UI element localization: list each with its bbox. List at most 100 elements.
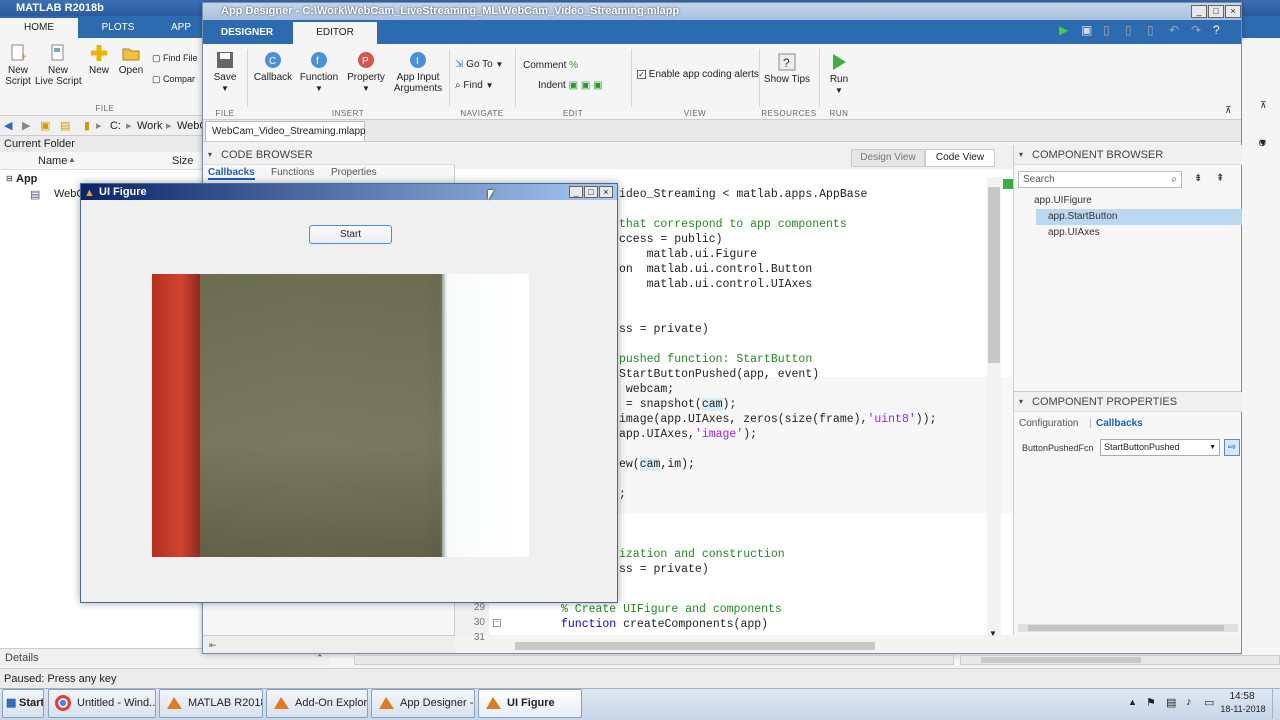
indent-decrease-icon[interactable]: ▣	[593, 80, 602, 91]
editor-hscroll[interactable]	[455, 641, 985, 651]
callback-button[interactable]: C Callback	[253, 51, 293, 83]
property-value-dropdown[interactable]: StartButtonPushed ▼	[1100, 439, 1220, 456]
component-properties-header[interactable]: ▾ COMPONENT PROPERTIES	[1014, 392, 1242, 412]
tab-designer[interactable]: DESIGNER	[203, 22, 291, 44]
code-view-button[interactable]: Code View	[925, 149, 995, 167]
up-folder-icon[interactable]: ▣	[40, 116, 50, 136]
taskbar-item-ui-figure[interactable]: UI Figure	[478, 689, 582, 718]
action-center-icon[interactable]: ⚑	[1146, 696, 1156, 709]
scroll-left-icon[interactable]: ⇤	[209, 640, 217, 650]
tab-plots[interactable]: PLOTS	[80, 18, 156, 38]
minimize-button[interactable]: _	[1191, 5, 1207, 18]
maximize-button[interactable]: □	[1208, 5, 1224, 18]
taskbar-item-app-designer[interactable]: App Designer - ...	[371, 689, 475, 718]
comment-button[interactable]: Comment %	[523, 60, 578, 71]
tab-editor[interactable]: EDITOR	[293, 22, 377, 44]
collapse-all-icon[interactable]: ⇞	[1216, 173, 1224, 184]
open-button[interactable]: Open	[116, 44, 146, 76]
new-live-script-button[interactable]: New Live Script	[35, 44, 82, 87]
tab-functions[interactable]: Functions	[271, 167, 314, 178]
undo-icon[interactable]: ↶	[1169, 23, 1179, 37]
component-search-input[interactable]: Search ⌕	[1018, 171, 1182, 188]
start-menu-button[interactable]: ▦ Start	[2, 689, 44, 718]
enable-alerts-checkbox[interactable]: ✓ Enable app coding alerts	[637, 69, 759, 80]
property-button[interactable]: P Property ▼	[345, 51, 387, 94]
ui-figure-title-bar[interactable]: ▲ UI Figure	[81, 184, 617, 200]
design-view-button[interactable]: Design View	[851, 149, 925, 167]
code-analyzer-status-icon[interactable]	[1003, 179, 1013, 189]
help-icon[interactable]: ?	[1213, 23, 1220, 37]
save-small-icon[interactable]: ▣	[1081, 23, 1092, 37]
fold-toggle-icon[interactable]: −	[493, 619, 501, 627]
new-button[interactable]: New	[85, 44, 113, 76]
column-name[interactable]: Name	[38, 155, 67, 167]
app-input-arguments-button[interactable]: I App Input Arguments	[393, 51, 443, 94]
properties-hscroll[interactable]	[1018, 624, 1238, 632]
network-icon[interactable]: ▤	[1166, 696, 1176, 709]
scroll-down-icon[interactable]: ▼	[989, 629, 997, 638]
path-segment-drive[interactable]: C:	[110, 116, 121, 136]
search-icon[interactable]: ⌕	[1171, 172, 1177, 187]
collapse-ribbon-icon[interactable]: ⊼	[1225, 105, 1232, 116]
smart-indent-icon[interactable]: ▣	[569, 80, 578, 91]
indent-button[interactable]: Indent ▣ ▣ ▣	[538, 80, 603, 91]
document-tab[interactable]: WebCam_Video_Streaming.mlapp ×	[205, 121, 366, 157]
tree-expand-icon[interactable]: ⊟	[6, 174, 13, 183]
goto-callback-button[interactable]: ⇨	[1224, 439, 1240, 456]
display-icon[interactable]: ▭	[1204, 696, 1214, 709]
taskbar-item-chrome[interactable]: Untitled - Wind...	[48, 689, 156, 718]
ui-maximize-button[interactable]: □	[584, 186, 598, 198]
new-script-button[interactable]: + New Script	[3, 44, 33, 87]
paste-icon[interactable]: ▯	[1147, 23, 1154, 37]
clock-time[interactable]: 14:58	[1220, 691, 1264, 702]
compare-button[interactable]: ▢ Compar	[152, 74, 195, 85]
path-segment-work[interactable]: Work	[137, 116, 162, 136]
tree-item-uifigure[interactable]: app.UIFigure	[1034, 193, 1242, 209]
collapse-ribbon-icon[interactable]: ⊼	[1260, 100, 1267, 111]
clock-date[interactable]: 18-11-2018	[1218, 704, 1268, 714]
editor-hscroll-thumb[interactable]	[515, 642, 875, 650]
find-button[interactable]: ⌕ Find ▼	[455, 80, 494, 91]
tab-callbacks-props[interactable]: Callbacks	[1096, 418, 1143, 429]
address-bar[interactable]: ◀ ▶ ▣ ▤ ▮ ▸ C: ▸ Work ▸ WebC	[0, 116, 207, 136]
workspace-hscroll[interactable]	[960, 655, 1280, 665]
code-browser-hscroll[interactable]: ⇤	[203, 635, 455, 653]
close-button[interactable]: ×	[1225, 5, 1241, 18]
goto-button[interactable]: ⇲ Go To ▼	[455, 59, 503, 70]
panel-options-icon[interactable]: ⊖	[1258, 138, 1266, 149]
start-button[interactable]: Start	[309, 225, 392, 244]
cut-icon[interactable]: ▯	[1103, 23, 1110, 37]
tab-configuration[interactable]: Configuration	[1019, 418, 1078, 429]
editor-vscroll[interactable]: ▼	[987, 177, 1001, 638]
properties-hscroll-thumb[interactable]	[1028, 625, 1224, 631]
run-small-icon[interactable]: ▶	[1059, 23, 1068, 37]
save-button[interactable]: Save ▼	[209, 51, 241, 94]
browse-folder-icon[interactable]: ▤	[60, 116, 70, 136]
find-files-button[interactable]: ▢ Find File	[152, 53, 198, 64]
indent-increase-icon[interactable]: ▣	[581, 80, 590, 91]
command-window-hscroll[interactable]	[354, 655, 954, 665]
tree-item-startbutton[interactable]: app.StartButton	[1036, 209, 1242, 225]
taskbar-item-matlab[interactable]: MATLAB R2018b	[159, 689, 263, 718]
tree-root-app[interactable]: App	[16, 173, 37, 185]
run-button[interactable]: Run ▼	[823, 53, 855, 96]
collapse-arrow-icon[interactable]: ▾	[208, 145, 212, 165]
forward-arrow-icon[interactable]: ▶	[22, 116, 30, 136]
ui-close-button[interactable]: ×	[599, 186, 613, 198]
tab-apps[interactable]: APP	[160, 18, 202, 38]
code-browser-header[interactable]: ▾ CODE BROWSER	[203, 145, 455, 165]
volume-icon[interactable]: ♪	[1186, 696, 1192, 708]
ui-minimize-button[interactable]: _	[569, 186, 583, 198]
function-button[interactable]: f Function ▼	[299, 51, 339, 94]
expand-all-icon[interactable]: ⇟	[1194, 173, 1202, 184]
tree-item-uiaxes[interactable]: app.UIAxes	[1048, 225, 1242, 241]
redo-icon[interactable]: ↷	[1191, 23, 1201, 37]
back-arrow-icon[interactable]: ◀	[4, 116, 12, 136]
tab-properties[interactable]: Properties	[331, 167, 377, 178]
workspace-hscroll-thumb[interactable]	[981, 657, 1141, 663]
column-size[interactable]: Size	[172, 155, 193, 167]
show-desktop-button[interactable]	[1272, 689, 1280, 719]
collapse-arrow-icon[interactable]: ▾	[1019, 145, 1023, 165]
chevron-up-icon[interactable]: ▲	[1128, 697, 1137, 707]
tab-callbacks[interactable]: Callbacks	[208, 167, 255, 180]
